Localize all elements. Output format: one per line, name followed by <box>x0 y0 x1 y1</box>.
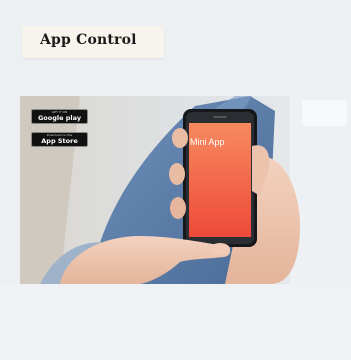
page-title: App Control <box>40 32 137 48</box>
phone-screen-app-name: Mini App <box>190 137 225 147</box>
hero-photo-illustration <box>20 96 351 284</box>
hero-image: GET IT ON Google play Download on the Ap… <box>20 96 351 284</box>
app-store-badge-label: App Store <box>41 137 78 145</box>
blank-footer-area <box>0 284 351 360</box>
title-card: App Control <box>22 26 164 58</box>
app-store-badge[interactable]: Download on the App Store <box>31 132 88 147</box>
google-play-badge-label: Google play <box>37 114 82 122</box>
google-play-badge[interactable]: GET IT ON Google play <box>31 109 88 124</box>
page: App Control GET IT ON Google play Downlo… <box>0 0 351 360</box>
